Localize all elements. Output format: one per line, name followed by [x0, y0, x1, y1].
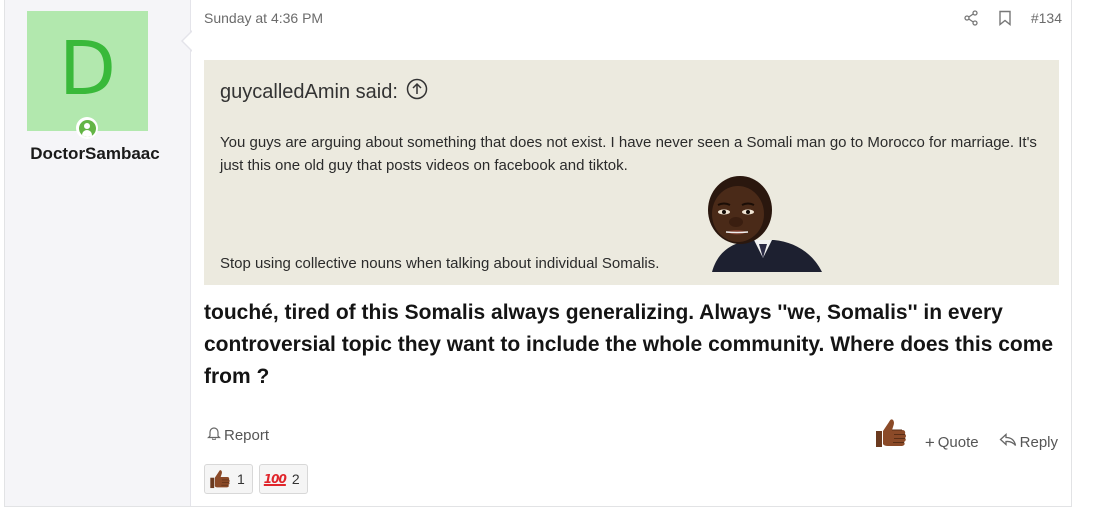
username[interactable]: DoctorSambaac: [5, 144, 173, 164]
hundred-points-icon: 100: [263, 472, 287, 486]
reply-label: Reply: [1019, 433, 1058, 451]
post-top-actions: #134: [961, 8, 1062, 28]
plus-icon: +: [924, 432, 935, 452]
forum-post: D DoctorSambaac Sunday at 4:36 PM #134 g…: [4, 0, 1072, 507]
report-icon: [207, 426, 221, 444]
user-info-column: D DoctorSambaac: [5, 0, 191, 506]
post-number-link[interactable]: #134: [1031, 10, 1062, 26]
quote-label: Quote: [937, 433, 979, 451]
post-bottom-actions: + Quote Reply: [925, 433, 1058, 451]
avatar-letter: D: [59, 26, 116, 112]
reaction-count: 2: [291, 471, 300, 487]
bookmark-icon[interactable]: [995, 8, 1015, 28]
online-status-icon: [76, 117, 98, 139]
avatar[interactable]: D: [27, 11, 148, 131]
share-icon[interactable]: [961, 8, 981, 28]
quote-header: guycalledAmin said:: [220, 78, 428, 106]
reaction-thumbs-up[interactable]: 1: [204, 464, 253, 494]
quote-author[interactable]: guycalledAmin said:: [220, 81, 398, 104]
report-button[interactable]: Report: [207, 426, 269, 444]
reply-arrow-icon: [999, 433, 1017, 451]
quote-button[interactable]: + Quote: [925, 434, 979, 451]
reaction-count: 1: [237, 471, 245, 487]
post-message: touché, tired of this Somalis always gen…: [204, 301, 1054, 388]
reaction-hundred[interactable]: 100 2: [258, 464, 308, 494]
quote-paragraph-2: Stop using collective nouns when talking…: [220, 255, 660, 272]
jump-to-quote-icon[interactable]: [406, 78, 428, 106]
quote-paragraph-1: You guys are arguing about something tha…: [220, 134, 1037, 174]
reactions-bar: 1 100 2: [204, 464, 308, 494]
like-thumbs-up-icon[interactable]: [874, 416, 908, 450]
thumbs-up-icon: [210, 470, 230, 489]
embedded-face-image: [708, 176, 822, 272]
post-date[interactable]: Sunday at 4:36 PM: [204, 10, 323, 26]
report-label: Report: [224, 426, 270, 444]
reply-button[interactable]: Reply: [999, 433, 1058, 451]
quote-block: guycalledAmin said: You guys are arguing…: [204, 60, 1059, 285]
post-main: Sunday at 4:36 PM #134 guycalledAmin sai…: [204, 0, 1064, 506]
